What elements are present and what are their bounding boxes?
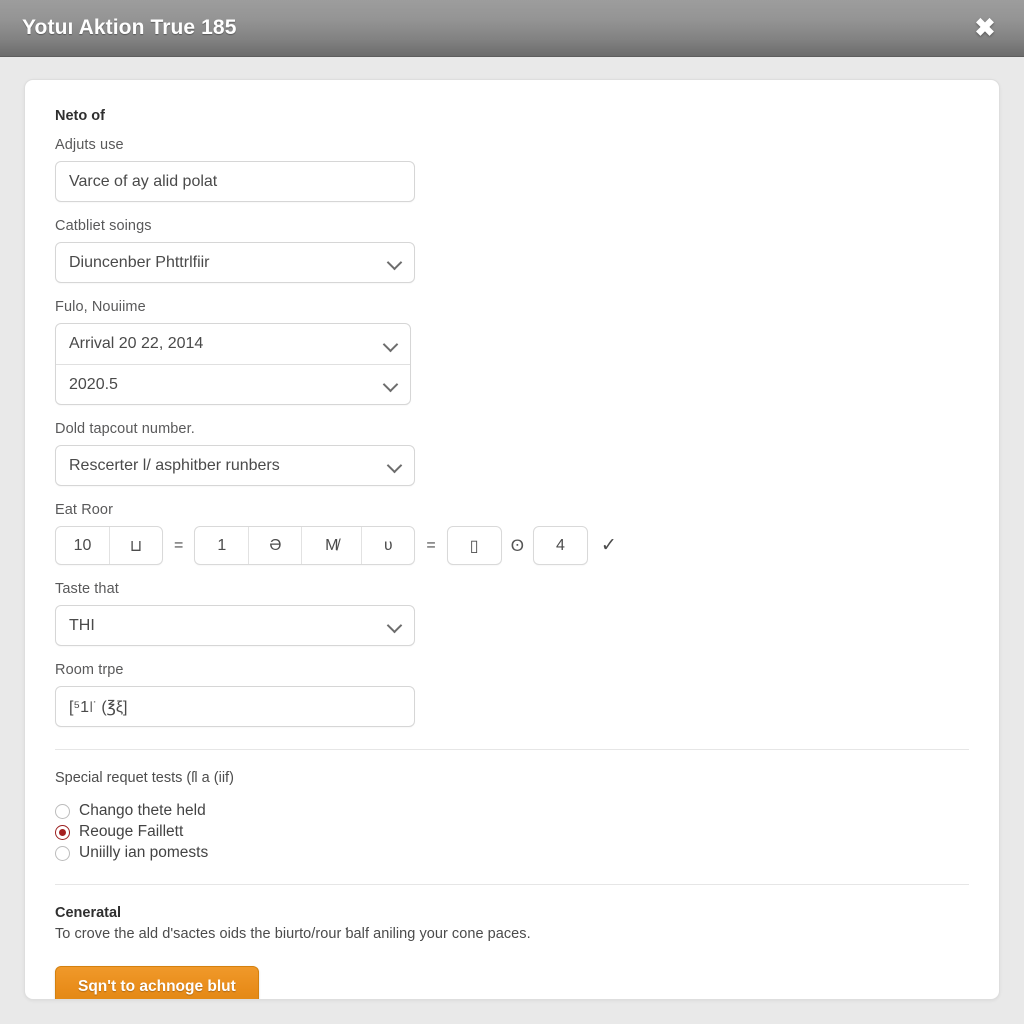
field-taste-label: Taste that [55,581,119,597]
eat-roor-cell-quantity[interactable]: 10 [56,527,109,564]
dates-select-second-value: 2020.5 [69,375,118,393]
radio-icon[interactable] [55,803,70,819]
divider-bottom [55,884,969,885]
window-titlebar: Yotuı Aktion True 185 ✖ [0,0,1024,57]
field-dates: Fulo, Nouiime Arrival 20 22, 2014 2020.5 [55,299,969,405]
equals-sign-1: = [174,536,184,554]
field-adjust-label: Adjuts use [55,137,124,153]
special-requests-group: Special requet tests (ſl a (iif) Chango … [55,770,969,862]
dates-select-second[interactable]: 2020.5 [56,364,410,404]
submit-button[interactable]: Sqn't to achnoge blut [55,966,259,999]
radio-option-2-label: Reouge Faillett [79,823,184,840]
radio-icon-selected[interactable] [55,824,70,840]
field-tapcount: Dold tapcout number. Rescerter l/ asphit… [55,421,969,486]
eat-roor-cell-box-icon[interactable]: ▯ [448,527,501,564]
chevron-down-icon [384,338,397,351]
close-icon[interactable]: ✖ [970,13,1000,43]
taste-select-value: THI [69,616,95,634]
eat-roor-cell-count[interactable]: 1 [195,527,248,564]
field-settings: Catbliet soings Diuncenber Phttrlfiir [55,218,969,283]
footer-description: To crove the ald d'sactes oids the biurt… [55,926,531,942]
radio-option-1-label: Chango thete held [79,802,206,819]
eat-roor-group-2: 1 Ə M̸ ʋ [194,526,416,565]
eat-roor-group-4: 4 [532,526,588,565]
room-type-input[interactable]: [⁵1꜍ (℥ξ] [55,686,415,727]
eat-roor-row: 10 ⊔ = 1 Ə M̸ ʋ = ▯ ʘ 4 ✓ [55,526,969,565]
dates-select-arrival[interactable]: Arrival 20 22, 2014 [56,324,410,364]
field-room-type: Room trpe [⁵1꜍ (℥ξ] [55,662,969,727]
eat-roor-cell-symbol-e[interactable]: Ə [248,527,301,564]
field-adjust: Adjuts use Varce of ay alid polat [55,137,969,202]
field-eat-roor: Eat Roor 10 ⊔ = 1 Ə M̸ ʋ = ▯ ʘ 4 ✓ [55,502,969,565]
radio-option-2[interactable]: Reouge Faillett [55,823,969,841]
eat-roor-group-1: 10 ⊔ [55,526,163,565]
radio-icon[interactable] [55,845,70,861]
form-card: Neto of Adjuts use Varce of ay alid pola… [24,79,1000,1000]
divider-top [55,749,969,750]
field-dates-label: Fulo, Nouiime [55,299,146,315]
chevron-down-icon [384,378,397,391]
eat-roor-cell-symbol-m[interactable]: M̸ [301,527,361,564]
field-room-type-label: Room trpe [55,662,124,678]
field-eat-roor-label: Eat Roor [55,502,114,518]
footer-heading: Ceneratal [55,905,122,921]
page-background: Neto of Adjuts use Varce of ay alid pola… [0,57,1024,1024]
special-requests-title: Special requet tests (ſl a (iif) [55,770,234,786]
eat-roor-cell-unit-icon[interactable]: ⊔ [109,527,162,564]
chevron-down-icon [388,619,401,632]
settings-select-value: Diuncenber Phttrlfiir [69,253,210,271]
radio-option-1[interactable]: Chango thete held [55,802,969,820]
equals-sign-2: = [426,536,436,554]
radio-option-3[interactable]: Uniilly ian pomests [55,844,969,862]
check-icon[interactable]: ✓ [601,534,617,557]
section-heading: Neto of [55,108,105,124]
eat-roor-cell-result[interactable]: 4 [534,527,587,564]
chevron-down-icon [388,459,401,472]
dates-select-arrival-value: Arrival 20 22, 2014 [69,335,204,352]
chevron-down-icon [388,256,401,269]
field-tapcount-label: Dold tapcout number. [55,421,195,437]
dates-select-group: Arrival 20 22, 2014 2020.5 [55,323,411,405]
window-title: Yotuı Aktion True 185 [22,16,237,39]
tapcount-select-value: Rescerter l/ asphitber runbers [69,456,280,474]
settings-select[interactable]: Diuncenber Phttrlfiir [55,242,415,283]
eat-roor-group-3: ▯ [446,526,502,565]
tapcount-select[interactable]: Rescerter l/ asphitber runbers [55,445,415,486]
eat-roor-cell-symbol-v[interactable]: ʋ [361,527,414,564]
footer-section: Ceneratal To crove the ald d'sactes oids… [55,905,969,999]
adjust-input[interactable]: Varce of ay alid polat [55,161,415,202]
radio-option-3-label: Uniilly ian pomests [79,844,209,861]
eat-roor-separator-icon: ʘ [510,535,524,555]
field-settings-label: Catbliet soings [55,218,152,234]
field-taste: Taste that THI [55,581,969,646]
taste-select[interactable]: THI [55,605,415,646]
